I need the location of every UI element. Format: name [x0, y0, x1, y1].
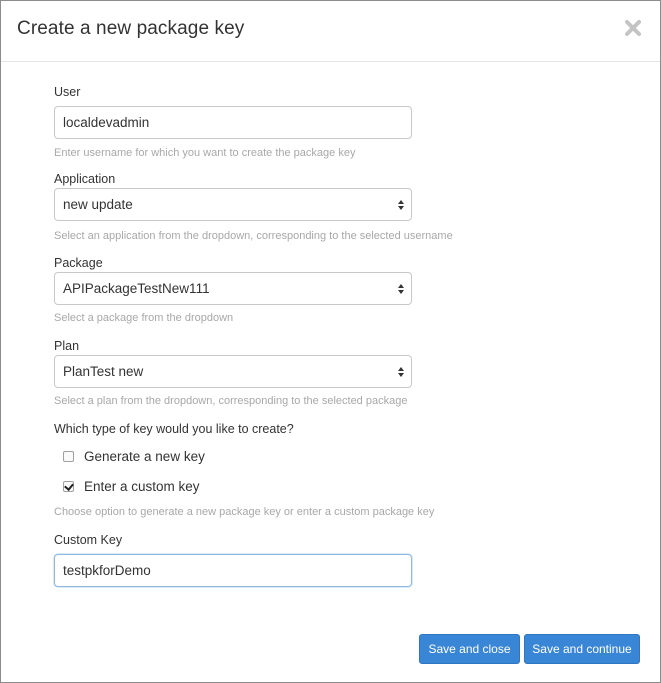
dialog-title: Create a new package key [17, 18, 245, 39]
generate-new-key-option[interactable]: Generate a new key [63, 448, 205, 464]
application-label: Application [54, 172, 116, 186]
custom-key-label: Custom Key [54, 533, 123, 547]
key-type-question: Which type of key would you like to crea… [54, 422, 294, 436]
save-and-continue-button[interactable]: Save and continue [524, 634, 640, 664]
select-arrows-icon [398, 367, 404, 377]
key-type-help-text: Choose option to generate a new package … [54, 506, 435, 518]
package-label: Package [54, 256, 103, 270]
custom-key-input[interactable]: testpkforDemo [54, 554, 412, 587]
user-input[interactable]: localdevadmin [54, 106, 412, 139]
close-icon[interactable] [622, 17, 644, 39]
dialog-header: Create a new package key [1, 1, 660, 62]
select-arrows-icon [398, 200, 404, 210]
select-arrows-icon [398, 284, 404, 294]
user-label: User [54, 85, 81, 99]
plan-help-text: Select a plan from the dropdown, corresp… [54, 395, 408, 407]
create-package-key-dialog: Create a new package key User localdevad… [0, 0, 661, 683]
plan-selected-value: PlanTest new [63, 364, 144, 379]
application-selected-value: new update [63, 197, 133, 212]
generate-new-key-label: Generate a new key [84, 448, 205, 464]
generate-new-key-checkbox[interactable] [63, 450, 74, 462]
package-help-text: Select a package from the dropdown [54, 312, 234, 324]
package-select[interactable]: APIPackageTestNew111 [54, 272, 412, 305]
enter-custom-key-checkbox[interactable] [63, 480, 74, 492]
plan-select[interactable]: PlanTest new [54, 355, 412, 388]
plan-label: Plan [54, 339, 80, 353]
application-help-text: Select an application from the dropdown,… [54, 230, 453, 242]
enter-custom-key-option[interactable]: Enter a custom key [63, 478, 200, 494]
application-select[interactable]: new update [54, 188, 412, 221]
package-selected-value: APIPackageTestNew111 [63, 281, 210, 296]
save-and-close-button[interactable]: Save and close [419, 634, 520, 664]
user-help-text: Enter username for which you want to cre… [54, 147, 356, 159]
enter-custom-key-label: Enter a custom key [84, 478, 200, 494]
